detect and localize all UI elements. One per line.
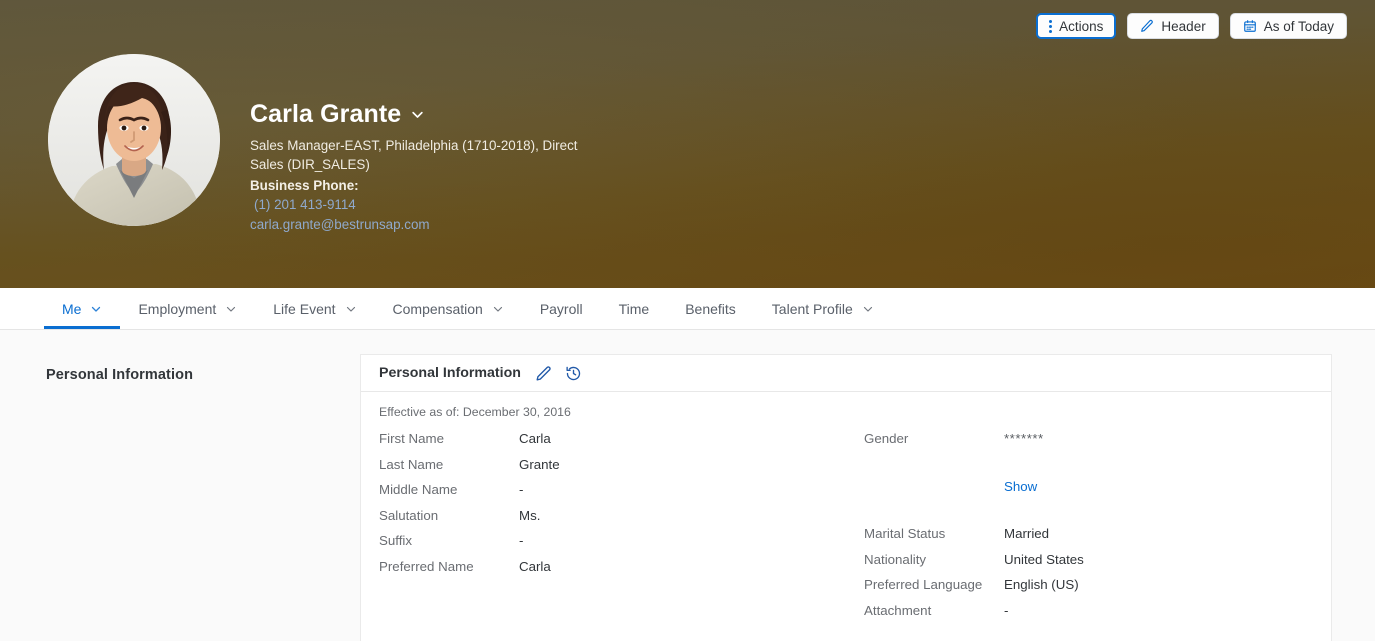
card-action-icons xyxy=(535,365,582,382)
field-label: Preferred Language xyxy=(864,577,983,592)
business-phone-label: Business Phone: xyxy=(250,177,359,193)
header-button-label: Header xyxy=(1161,18,1206,34)
field-row: Middle Name - xyxy=(379,482,846,508)
tab-employment-label: Employment xyxy=(138,300,217,317)
field-label: Preferred Name xyxy=(379,558,474,574)
tab-payroll[interactable]: Payroll xyxy=(522,288,601,329)
field-label: Middle Name xyxy=(379,482,458,497)
field-row: Nationality United States xyxy=(864,552,1331,578)
section-nav-item-personal-information[interactable]: Personal Information xyxy=(46,367,336,383)
chevron-down-icon[interactable] xyxy=(225,303,237,315)
actions-button-label: Actions xyxy=(1059,18,1104,34)
field-label: Marital Status xyxy=(864,526,946,541)
field-row: Gender ******* xyxy=(864,431,1331,457)
email-link[interactable]: carla.grante@bestrunsap.com xyxy=(250,215,580,234)
as-of-today-button[interactable]: As of Today xyxy=(1229,13,1347,39)
as-of-today-button-label: As of Today xyxy=(1263,18,1334,34)
top-action-bar: Actions Header As of Today xyxy=(1036,13,1347,39)
field-label: Attachment xyxy=(864,602,932,618)
personal-information-card: Personal Information Effective as of: De… xyxy=(360,354,1332,641)
main-tab-bar: Me Employment Life Event Compensation Pa… xyxy=(0,288,1375,330)
field-value: - xyxy=(519,533,524,548)
employee-photo xyxy=(48,54,220,226)
field-row: Preferred Name Carla xyxy=(379,559,846,585)
tab-payroll-label: Payroll xyxy=(539,300,583,317)
field-column-left: First Name Carla Last Name Grante Middle… xyxy=(361,431,846,628)
overflow-vertical-dots-icon xyxy=(1049,19,1053,33)
field-value: - xyxy=(1004,602,1009,618)
main-content: Personal Information Personal Informatio… xyxy=(0,330,1375,641)
tab-time[interactable]: Time xyxy=(601,288,668,329)
field-row: Salutation Ms. xyxy=(379,508,846,534)
field-label: Suffix xyxy=(379,533,413,548)
chevron-down-icon[interactable] xyxy=(90,303,102,315)
field-grid: First Name Carla Last Name Grante Middle… xyxy=(361,419,1331,628)
field-label: Gender xyxy=(864,431,909,446)
card-title: Personal Information xyxy=(379,365,521,381)
field-label: Last Name xyxy=(379,456,444,472)
calendar-icon xyxy=(1243,19,1257,33)
field-column-right: Gender ******* Show Marital Status Marri… xyxy=(846,431,1331,628)
profile-job-title: Sales Manager-EAST, Philadelphia (1710-2… xyxy=(250,137,578,172)
field-row: Suffix - xyxy=(379,533,846,559)
field-value-masked: ******* xyxy=(1004,431,1044,446)
field-value: English (US) xyxy=(1004,577,1079,592)
profile-banner: Actions Header As of Today Carla Grante … xyxy=(0,0,1375,288)
chevron-down-icon[interactable] xyxy=(862,303,874,315)
field-value: Ms. xyxy=(519,507,541,523)
field-row: Last Name Grante xyxy=(379,457,846,483)
avatar[interactable] xyxy=(48,54,220,226)
field-row: Marital Status Married xyxy=(864,526,1331,552)
chevron-down-icon[interactable] xyxy=(410,107,425,122)
effective-date-text: Effective as of: December 30, 2016 xyxy=(379,405,571,419)
tab-compensation-label: Compensation xyxy=(392,300,483,317)
pencil-icon xyxy=(1140,19,1154,33)
tab-me-label: Me xyxy=(62,300,82,317)
show-gender-link[interactable]: Show xyxy=(1004,479,1037,494)
field-value: United States xyxy=(1004,551,1084,567)
field-row-spacer xyxy=(864,457,1331,479)
edit-pencil-icon[interactable] xyxy=(535,365,552,382)
history-clock-icon[interactable] xyxy=(565,365,582,382)
tab-employment[interactable]: Employment xyxy=(120,288,255,329)
field-row: Preferred Language English (US) xyxy=(864,577,1331,603)
business-phone-link[interactable]: (1) 201 413-9114 xyxy=(250,195,580,214)
field-label: Salutation xyxy=(379,507,439,523)
header-button[interactable]: Header xyxy=(1127,13,1219,39)
field-row-spacer xyxy=(864,504,1331,526)
field-value: - xyxy=(519,482,524,497)
field-value: Grante xyxy=(519,456,560,472)
field-row: First Name Carla xyxy=(379,431,846,457)
tab-talent-profile[interactable]: Talent Profile xyxy=(754,288,892,329)
field-label: Nationality xyxy=(864,551,927,567)
field-value: Carla xyxy=(519,558,551,574)
tab-benefits[interactable]: Benefits xyxy=(667,288,754,329)
chevron-down-icon[interactable] xyxy=(345,303,357,315)
profile-name-text: Carla Grante xyxy=(250,100,402,128)
field-label: First Name xyxy=(379,431,445,446)
tab-life-event[interactable]: Life Event xyxy=(255,288,374,329)
field-row: Attachment - xyxy=(864,603,1331,629)
profile-name[interactable]: Carla Grante xyxy=(250,100,580,129)
tab-time-label: Time xyxy=(618,300,650,317)
actions-button[interactable]: Actions xyxy=(1036,13,1117,39)
chevron-down-icon[interactable] xyxy=(492,303,504,315)
tab-benefits-label: Benefits xyxy=(685,300,736,317)
tab-me[interactable]: Me xyxy=(44,288,121,329)
profile-summary: Carla Grante Sales Manager-EAST, Philade… xyxy=(48,54,580,234)
card-header: Personal Information xyxy=(361,355,1331,392)
tab-life-event-label: Life Event xyxy=(273,300,336,317)
field-value: Married xyxy=(1004,526,1050,541)
tab-talent-profile-label: Talent Profile xyxy=(771,300,853,317)
show-gender-row: Show xyxy=(864,479,1331,505)
field-value: Carla xyxy=(519,431,551,446)
tab-compensation[interactable]: Compensation xyxy=(375,288,522,329)
section-nav: Personal Information xyxy=(46,367,336,383)
